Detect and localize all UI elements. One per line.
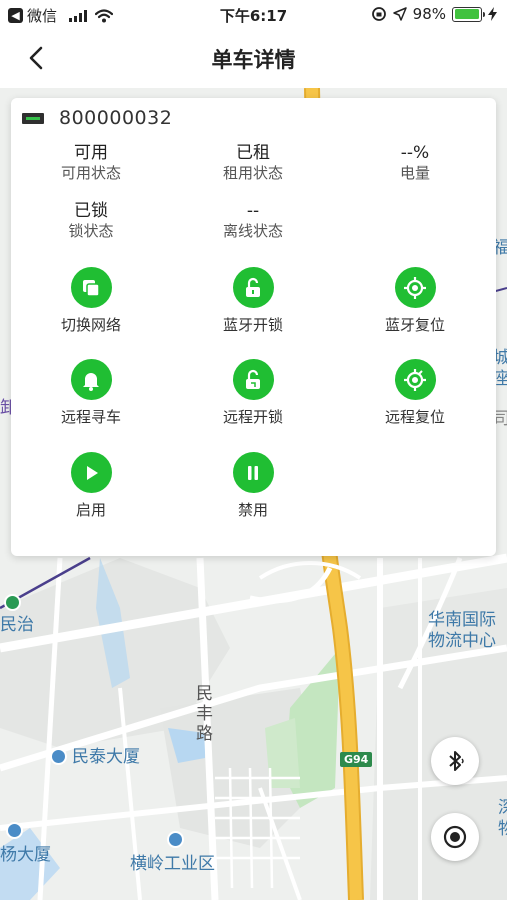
switch-network-button[interactable]: 切换网络: [21, 267, 161, 335]
stat-value: --: [246, 201, 260, 221]
bike-id: 800000032: [59, 107, 173, 129]
stat-battery: --% 电量: [345, 142, 485, 183]
stat-label: 租用状态: [222, 164, 283, 182]
remote-reset-icon: [394, 359, 436, 400]
locate-button[interactable]: [431, 813, 479, 861]
map-label-huanan: 华南国际 物流中心: [428, 610, 496, 651]
action-label: 蓝牙开锁: [222, 316, 283, 334]
bell-icon: [70, 359, 112, 400]
bluetooth-unlock-button[interactable]: 蓝牙开锁: [183, 267, 323, 335]
stat-rental: 已租 租用状态: [183, 142, 323, 183]
poi-icon-hengling: [167, 831, 184, 848]
remote-unlock-icon: [232, 359, 274, 400]
play-icon: [70, 452, 112, 493]
switch-network-icon: [70, 267, 112, 308]
road-badge-g94: G94: [340, 752, 373, 767]
disable-button[interactable]: 禁用: [183, 452, 323, 520]
stat-value: --%: [400, 143, 430, 163]
bluetooth-icon: [449, 751, 464, 771]
stat-availability: 可用 可用状态: [21, 142, 161, 183]
stat-value: 已租: [236, 143, 270, 163]
map-label-minfeng: 民 丰 路: [196, 684, 213, 744]
bluetooth-unlock-icon: [232, 267, 274, 308]
remote-reset-button[interactable]: 远程复位: [345, 359, 485, 427]
bluetooth-button[interactable]: [431, 737, 479, 785]
action-label: 蓝牙复位: [384, 316, 445, 334]
pause-icon: [232, 452, 274, 493]
map-label-hengling: 横岭工业区: [130, 854, 215, 874]
stat-value: 可用: [74, 143, 108, 163]
status-right: 98%: [371, 5, 497, 23]
map-label-right-4: 深 物: [498, 798, 507, 839]
action-label: 远程开锁: [222, 408, 283, 426]
map-label-yang: 杨大厦: [0, 845, 51, 865]
location-arrow-icon: [392, 7, 407, 21]
stat-value: 已锁: [74, 201, 108, 221]
map-label-mintai: 民泰大厦: [72, 747, 140, 767]
map-label-minzhi: 民治: [0, 615, 34, 635]
metro-icon: [4, 594, 21, 611]
action-label: 禁用: [237, 501, 268, 519]
poi-icon-yang: [6, 822, 23, 839]
locate-icon: [443, 825, 467, 849]
action-label: 远程复位: [384, 408, 445, 426]
bluetooth-reset-button[interactable]: 蓝牙复位: [345, 267, 485, 335]
bike-battery-icon: [22, 112, 44, 124]
nav-bar: 单车详情: [0, 30, 507, 88]
charging-icon: [488, 7, 497, 21]
status-bar: ◀ 微信 下午6:17 98%: [0, 0, 507, 30]
bike-id-row: 800000032: [22, 107, 172, 129]
poi-icon-mintai: [50, 748, 67, 765]
remote-find-button[interactable]: 远程寻车: [21, 359, 161, 427]
action-label: 启用: [75, 501, 106, 519]
stat-offline: -- 离线状态: [183, 200, 323, 241]
enable-button[interactable]: 启用: [21, 452, 161, 520]
bike-detail-card: 800000032 可用 可用状态 已租 租用状态 --% 电量 已锁 锁状态 …: [11, 98, 496, 556]
remote-unlock-button[interactable]: 远程开锁: [183, 359, 323, 427]
bluetooth-reset-icon: [394, 267, 436, 308]
battery-icon: [452, 6, 485, 22]
action-label: 切换网络: [60, 316, 121, 334]
stat-label: 锁状态: [68, 222, 114, 240]
page-title: 单车详情: [211, 48, 296, 72]
battery-percent: 98%: [412, 5, 446, 23]
stat-label: 可用状态: [60, 164, 121, 182]
orientation-lock-icon: [371, 7, 386, 21]
stat-label: 离线状态: [222, 222, 283, 240]
stat-lock: 已锁 锁状态: [21, 200, 161, 241]
stat-label: 电量: [399, 164, 430, 182]
action-label: 远程寻车: [60, 408, 121, 426]
